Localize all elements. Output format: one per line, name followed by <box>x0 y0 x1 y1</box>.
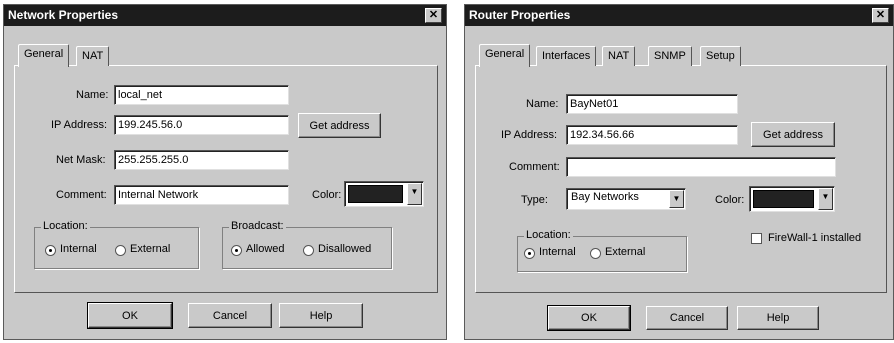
help-button[interactable]: Help <box>737 306 819 330</box>
tab-general[interactable]: General <box>18 44 70 67</box>
location-external-label: External <box>130 243 171 255</box>
ip-address-label: IP Address: <box>51 119 108 131</box>
ip-address-field[interactable] <box>114 115 289 135</box>
get-address-button[interactable]: Get address <box>298 113 381 138</box>
ip-address-field[interactable] <box>566 125 738 145</box>
tab-setup[interactable]: Setup <box>700 46 741 66</box>
location-group-title: Location: <box>41 220 90 232</box>
location-internal-radio[interactable] <box>524 248 535 259</box>
name-label: Name: <box>76 89 109 101</box>
comment-field[interactable] <box>566 157 836 177</box>
location-external-radio[interactable] <box>590 248 601 259</box>
broadcast-group-title: Broadcast: <box>229 220 286 232</box>
ok-button[interactable]: OK <box>547 305 631 331</box>
broadcast-allowed-label: Allowed <box>246 243 285 255</box>
net-mask-label: Net Mask: <box>56 154 106 166</box>
color-dropdown[interactable]: ▼ <box>344 181 424 207</box>
firewall-label: FireWall-1 installed <box>768 232 862 244</box>
broadcast-disallowed-label: Disallowed <box>318 243 372 255</box>
name-field[interactable] <box>566 94 738 114</box>
tab-interfaces[interactable]: Interfaces <box>536 46 597 66</box>
cancel-button[interactable]: Cancel <box>188 303 272 328</box>
name-field[interactable] <box>114 85 289 105</box>
comment-label: Comment: <box>509 161 560 173</box>
network-properties-dialog: Network Properties ✕ General NAT Name: I… <box>3 4 447 340</box>
tab-general[interactable]: General <box>479 44 531 67</box>
close-icon[interactable]: ✕ <box>425 8 442 23</box>
type-label: Type: <box>521 194 548 206</box>
dropdown-arrow-icon[interactable]: ▼ <box>818 188 833 210</box>
color-swatch <box>753 190 814 208</box>
network-dialog-titlebar: Network Properties ✕ <box>4 5 446 26</box>
dropdown-arrow-icon[interactable]: ▼ <box>669 190 684 208</box>
get-address-button[interactable]: Get address <box>751 122 835 147</box>
location-external-label: External <box>605 246 646 258</box>
type-value: Bay Networks <box>571 191 639 203</box>
tab-nat[interactable]: NAT <box>602 46 636 66</box>
color-swatch <box>348 185 403 203</box>
type-dropdown[interactable]: Bay Networks ▼ <box>566 188 686 210</box>
location-internal-label: Internal <box>60 243 97 255</box>
firewall-checkbox[interactable] <box>751 233 762 244</box>
broadcast-group: Broadcast: Allowed Disallowed <box>222 220 392 269</box>
tab-snmp[interactable]: SNMP <box>648 46 692 66</box>
dropdown-arrow-icon[interactable]: ▼ <box>407 183 422 205</box>
comment-field[interactable] <box>114 185 289 205</box>
cancel-button[interactable]: Cancel <box>646 306 728 330</box>
net-mask-field[interactable] <box>114 150 289 170</box>
location-internal-radio[interactable] <box>45 245 56 256</box>
ip-address-label: IP Address: <box>501 129 558 141</box>
help-button[interactable]: Help <box>279 303 363 328</box>
color-label: Color: <box>715 194 745 206</box>
router-dialog-title: Router Properties <box>469 8 571 22</box>
location-external-radio[interactable] <box>115 245 126 256</box>
name-label: Name: <box>526 98 559 110</box>
ok-button[interactable]: OK <box>87 302 173 329</box>
location-group: Location: Internal External <box>34 220 199 269</box>
router-dialog-titlebar: Router Properties ✕ <box>465 5 893 26</box>
tab-nat[interactable]: NAT <box>76 46 110 66</box>
comment-label: Comment: <box>56 189 107 201</box>
color-label: Color: <box>312 189 342 201</box>
location-internal-label: Internal <box>539 246 576 258</box>
network-dialog-title: Network Properties <box>8 8 119 22</box>
close-icon[interactable]: ✕ <box>872 8 889 23</box>
location-group: Location: Internal External <box>517 229 687 272</box>
router-properties-dialog: Router Properties ✕ General Interfaces N… <box>464 4 894 340</box>
color-dropdown[interactable]: ▼ <box>749 186 835 212</box>
broadcast-disallowed-radio[interactable] <box>303 245 314 256</box>
location-group-title: Location: <box>524 229 573 241</box>
broadcast-allowed-radio[interactable] <box>231 245 242 256</box>
